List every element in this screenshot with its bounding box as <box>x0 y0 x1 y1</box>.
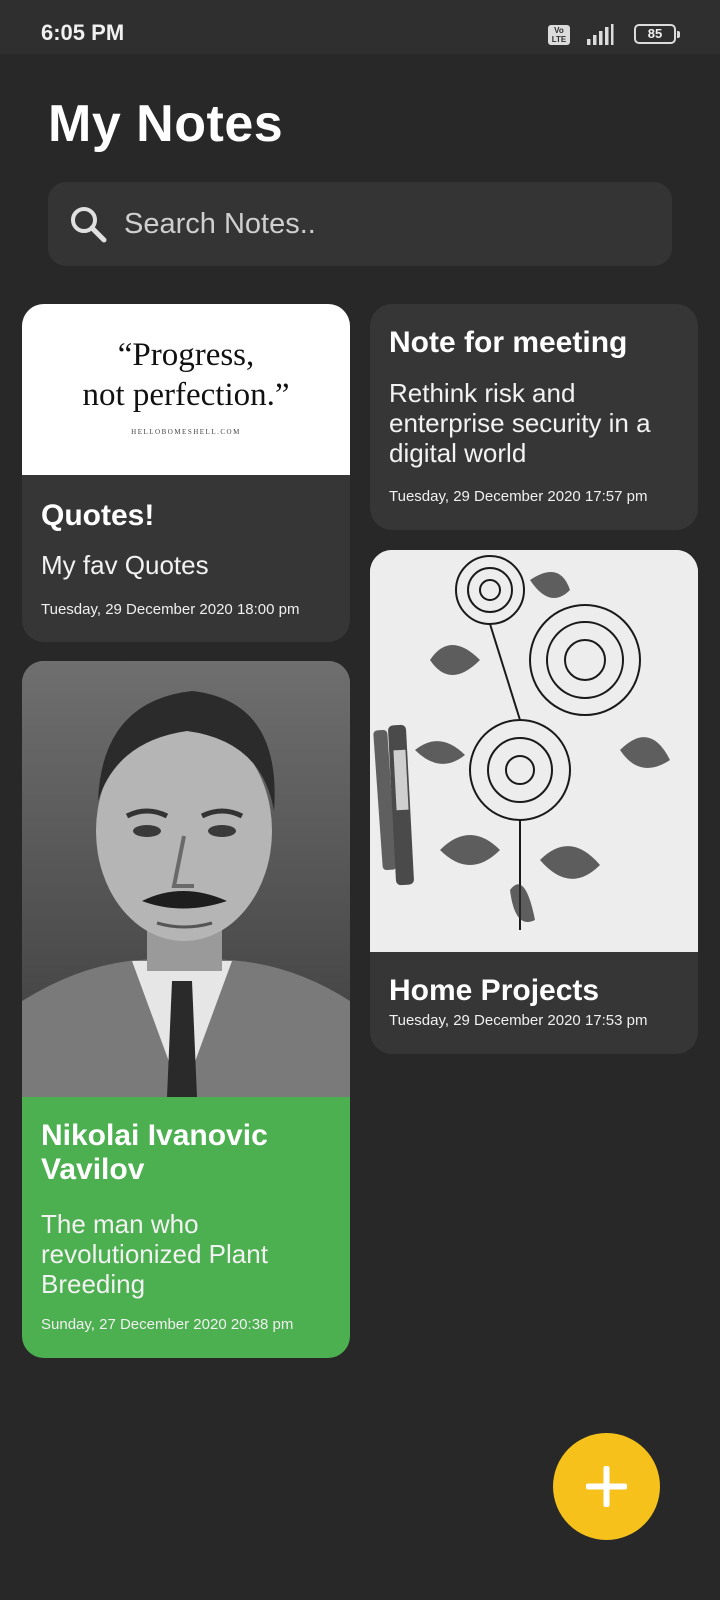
rose-sketch-image <box>370 550 698 952</box>
quote-line-2: not perfection.” <box>82 377 290 413</box>
search-input[interactable] <box>124 182 644 266</box>
note-subtitle: The man who revolutionized Plant Breedin… <box>41 1209 268 1299</box>
page-title: My Notes <box>48 95 284 153</box>
status-time: 6:05 PM <box>41 20 125 45</box>
note-title: Quotes! <box>41 499 155 532</box>
battery-icon: 85 <box>634 24 680 44</box>
note-date: Tuesday, 29 December 2020 18:00 pm <box>41 601 300 618</box>
note-subtitle: My fav Quotes <box>41 550 209 580</box>
note-card-vavilov[interactable]: Nikolai Ivanovic Vavilov The man who rev… <box>22 661 350 1358</box>
note-title: Note for meeting <box>389 326 628 359</box>
quote-site-text: HELLOBOMESHELL.COM <box>131 428 241 436</box>
search-icon <box>71 207 107 243</box>
signal-icon <box>587 24 614 45</box>
note-card-home-projects[interactable]: Home Projects Tuesday, 29 December 2020 … <box>370 550 698 1054</box>
plus-icon <box>586 1466 627 1507</box>
note-subtitle: Rethink risk and enterprise security in … <box>389 378 651 468</box>
note-title: Home Projects <box>389 974 600 1007</box>
status-bar: 6:05 PM Vo LTE 85 <box>0 0 720 54</box>
note-date: Tuesday, 29 December 2020 17:57 pm <box>389 488 648 505</box>
quote-line-1: “Progress, <box>117 337 255 373</box>
note-card-meeting[interactable]: Note for meeting Rethink risk and enterp… <box>370 304 698 530</box>
add-note-button[interactable] <box>553 1433 660 1540</box>
note-title: Nikolai Ivanovic Vavilov <box>41 1119 268 1186</box>
status-icons: Vo LTE 85 <box>520 22 680 46</box>
note-date: Sunday, 27 December 2020 20:38 pm <box>41 1316 294 1333</box>
search-bar[interactable] <box>48 182 672 266</box>
note-image-quote: “Progress, not perfection.” HELLOBOMESHE… <box>22 304 350 475</box>
portrait-image <box>22 661 350 1097</box>
battery-level: 85 <box>647 26 663 41</box>
battery-tip <box>677 31 680 38</box>
note-card-quotes[interactable]: “Progress, not perfection.” HELLOBOMESHE… <box>22 304 350 642</box>
volte-icon: Vo LTE <box>548 25 570 45</box>
note-date: Tuesday, 29 December 2020 17:53 pm <box>389 1012 648 1029</box>
